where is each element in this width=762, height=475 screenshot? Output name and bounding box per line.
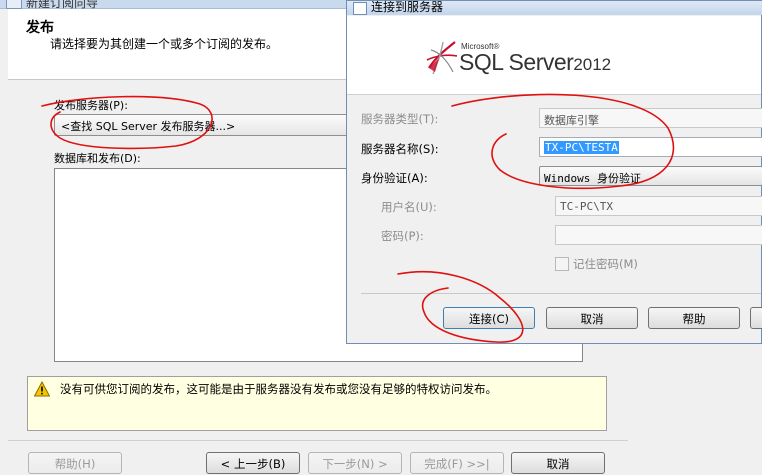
wizard-back-button[interactable]: < 上一步(B) [206,452,300,474]
server-name-label: 服务器名称(S): [361,142,439,156]
remember-password-label: 记住密码(M) [573,257,638,271]
wizard-header: 发布 请选择要为其创建一个或多个订阅的发布。 [8,9,360,80]
dialog-options-button[interactable] [750,307,762,329]
logo-version: 2012 [573,55,612,74]
wizard-help-button[interactable]: 帮助(H) [28,452,122,474]
password-label: 密码(P): [381,229,424,243]
dialog-divider [361,293,761,294]
wizard-cancel-button[interactable]: 取消 [511,452,605,474]
server-name-input[interactable]: TX-PC\TESTA [539,137,762,157]
auth-label: 身份验证(A): [361,171,428,185]
dialog-help-button[interactable]: 帮助 [648,307,740,329]
warning-icon [34,381,50,397]
dialog-window-icon [353,2,367,15]
logo-product-name: SQL Server [459,49,574,75]
sql-server-banner: Microsoft® SQL Server2012 [347,16,761,95]
wizard-next-button[interactable]: 下一步(N) > [308,452,402,474]
password-input[interactable] [555,225,762,245]
databases-label: 数据库和发布(D): [54,152,141,165]
server-type-value: 数据库引擎 [544,114,599,127]
page-title: 发布 [26,20,54,36]
warning-panel: 没有可供您订阅的发布，这可能是由于服务器没有发布或您没有足够的特权访问发布。 [27,376,607,431]
page-subtitle: 请选择要为其创建一个或多个订阅的发布。 [50,37,279,51]
remember-password-checkbox[interactable] [555,257,569,271]
auth-value: Windows 身份验证 [544,172,641,185]
sql-server-logo-icon [426,41,458,75]
server-type-label: 服务器类型(T): [361,112,439,126]
dialog-title: 连接到服务器 [371,0,444,14]
publisher-combo-value: <查找 SQL Server 发布服务器...> [61,120,236,133]
server-name-value: TX-PC\TESTA [544,141,619,154]
wizard-window-icon [6,0,22,9]
dialog-cancel-button[interactable]: 取消 [546,307,638,329]
wizard-footer-divider [8,440,628,441]
logo-product-text: SQL Server2012 [459,49,611,76]
username-input[interactable]: TC-PC\TX [555,196,762,216]
warning-message: 没有可供您订阅的发布，这可能是由于服务器没有发布或您没有足够的特权访问发布。 [60,382,497,396]
dialog-titlebar: 连接到服务器 [347,0,762,15]
connect-button[interactable]: 连接(C) [443,307,535,329]
username-label: 用户名(U): [381,200,437,214]
auth-combo[interactable]: Windows 身份验证 [539,166,762,186]
connect-to-server-dialog: 连接到服务器 Microsoft® SQL Server2012 服务器类型(T… [346,0,762,344]
username-value: TC-PC\TX [560,200,613,213]
publisher-label: 发布服务器(P): [54,99,128,112]
server-type-field[interactable]: 数据库引擎 [539,108,762,128]
wizard-finish-button[interactable]: 完成(F) >>| [410,452,504,474]
publisher-combo[interactable]: <查找 SQL Server 发布服务器...> [54,114,358,136]
